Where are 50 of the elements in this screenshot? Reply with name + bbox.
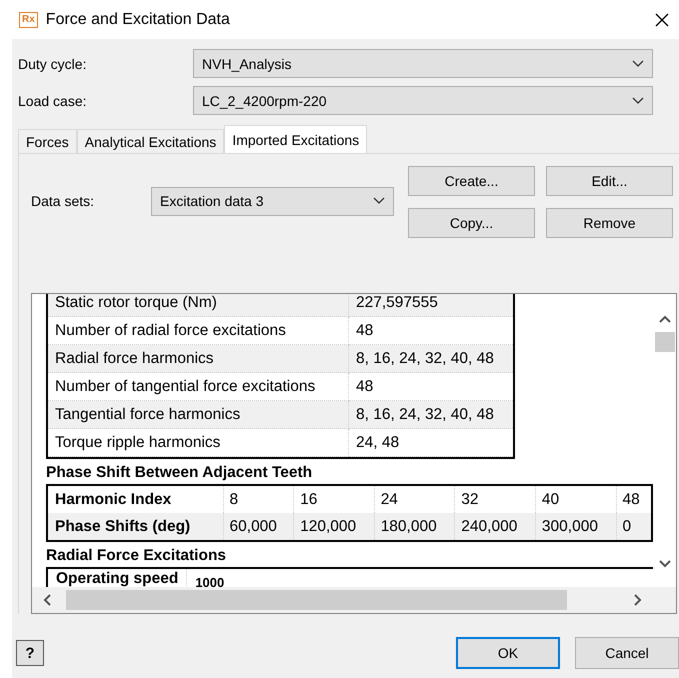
table-cell: 120,000 <box>294 513 374 541</box>
table-cell: 8 <box>223 485 294 513</box>
table-cell: 0 <box>616 513 652 541</box>
action-button[interactable]: Remove <box>546 208 673 238</box>
close-icon[interactable] <box>655 12 669 26</box>
table-cell: 60,000 <box>223 513 294 541</box>
section-title: Radial Force Excitations <box>46 546 228 566</box>
table-cell-text: 1000 <box>194 574 226 587</box>
chevron-down-icon <box>632 96 644 104</box>
dropdown[interactable]: NVH_Analysis <box>193 49 653 78</box>
property-value: 8, 16, 24, 32, 40, 48 <box>349 345 513 373</box>
scrollbar-thumb[interactable] <box>654 332 674 352</box>
dropdown[interactable]: LC_2_4200rpm-220 <box>193 86 653 115</box>
table-cell: 24 <box>374 485 455 513</box>
table-cell: 40 <box>535 485 616 513</box>
dialog-button[interactable]: OK <box>456 637 560 669</box>
table-cell: 32 <box>454 485 536 513</box>
window-title: Force and Excitation Data <box>46 10 231 28</box>
field-label: Load case: <box>18 92 88 108</box>
action-button[interactable]: Copy... <box>408 208 535 238</box>
table-cell: 240,000 <box>454 513 536 541</box>
property-value: 8, 16, 24, 32, 40, 48 <box>349 401 513 429</box>
scrollbar-thumb[interactable] <box>66 590 567 610</box>
chevron-down-icon <box>373 197 385 205</box>
field-label: Data sets: <box>31 193 96 209</box>
section-title: Phase Shift Between Adjacent Teeth <box>46 463 314 483</box>
row-header: Phase Shifts (deg) <box>47 513 224 541</box>
help-button[interactable]: ? <box>16 640 44 666</box>
property-name: Torque ripple harmonics <box>48 429 349 457</box>
property-value: 227,597555 <box>349 294 513 317</box>
row-header: Harmonic Index <box>47 485 224 513</box>
dropdown[interactable]: Excitation data 3 <box>151 186 394 216</box>
table-cell: 16 <box>294 485 374 513</box>
property-name: Static rotor torque (Nm) <box>48 294 349 317</box>
table-cell: 300,000 <box>535 513 616 541</box>
tab[interactable]: Analytical Excitations <box>76 129 224 153</box>
app-logo: Rx <box>19 12 38 28</box>
property-name: Number of radial force excitations <box>48 317 349 345</box>
property-name: Tangential force harmonics <box>48 401 349 429</box>
action-button[interactable]: Edit... <box>546 166 673 196</box>
table-cell: 180,000 <box>374 513 455 541</box>
chevron-down-icon <box>632 60 644 68</box>
field-label: Duty cycle: <box>18 56 88 72</box>
tab[interactable]: Forces <box>18 129 77 153</box>
tab[interactable]: Imported Excitations <box>224 125 368 153</box>
dialog-button[interactable]: Cancel <box>575 637 679 669</box>
property-name: Radial force harmonics <box>48 345 349 373</box>
table-cell: 48 <box>616 485 652 513</box>
action-button[interactable]: Create... <box>408 166 535 196</box>
property-name: Number of tangential force excitations <box>48 373 349 401</box>
